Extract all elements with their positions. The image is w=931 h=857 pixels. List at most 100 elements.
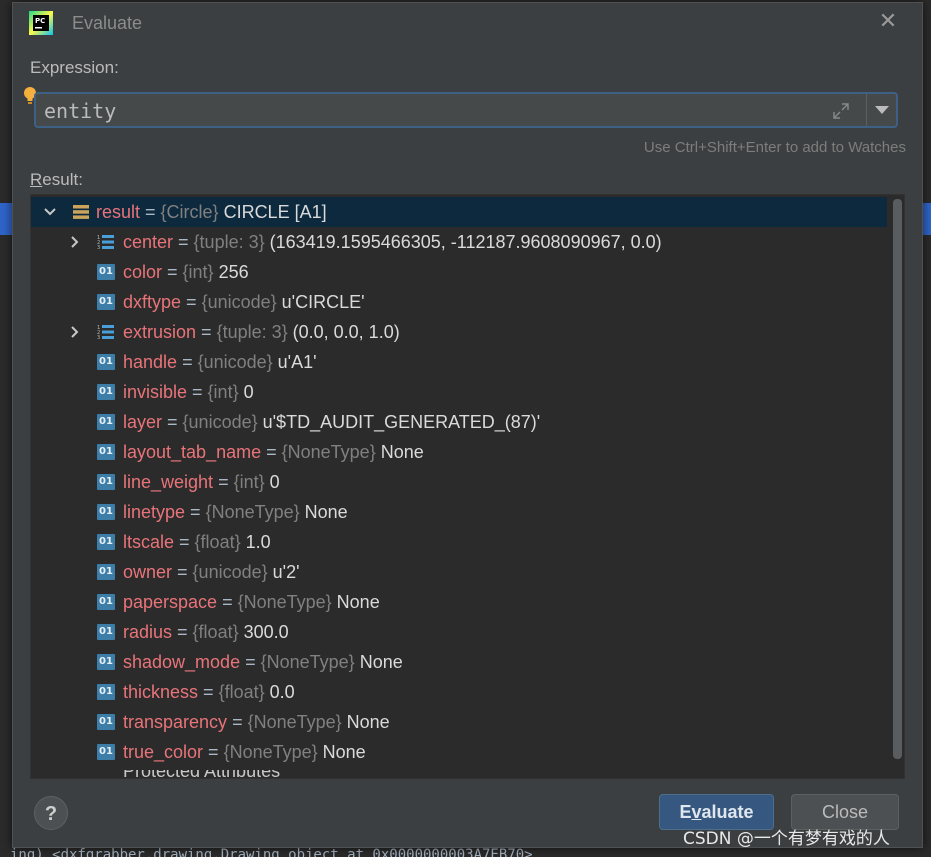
field-icon: 01	[97, 294, 115, 310]
tree-row[interactable]: 01 line_weight = {int} 0	[31, 467, 887, 497]
tree-row-text: dxftype = {unicode} u'CIRCLE'	[123, 287, 365, 317]
tree-row[interactable]: 01 dxftype = {unicode} u'CIRCLE'	[31, 287, 887, 317]
tree-row[interactable]: 01 layer = {unicode} u'$TD_AUDIT_GENERATE…	[31, 407, 887, 437]
watermark: CSDN @一个有梦有戏的人	[683, 829, 890, 849]
field-icon: 01	[97, 564, 115, 580]
field-icon: 01	[97, 264, 115, 280]
tree-row-text: handle = {unicode} u'A1'	[123, 347, 317, 377]
equals: =	[217, 592, 238, 612]
result-label-text: esult:	[42, 170, 83, 189]
tree-row[interactable]: 01 layout_tab_name = {NoneType} None	[31, 437, 887, 467]
tree-row[interactable]: 1 2 3 extrusion = {tuple: 3} (0.0, 0.0, 1.0…	[31, 317, 887, 347]
var-value: CIRCLE [A1]	[218, 202, 327, 222]
field-icon: 01	[97, 594, 115, 610]
dialog-title: Evaluate	[72, 13, 143, 33]
var-name: ltscale	[123, 532, 175, 552]
var-type: {unicode}	[201, 292, 277, 312]
var-name: transparency	[123, 712, 228, 732]
var-type: {unicode}	[182, 412, 258, 432]
var-type: {NoneType}	[205, 502, 300, 522]
var-value: 0.0	[264, 682, 295, 702]
chevron-right-icon[interactable]	[68, 235, 82, 249]
var-name: dxftype	[123, 292, 182, 312]
dialog-titlebar[interactable]: PC Evaluate ✕	[13, 3, 922, 43]
tree-row-text: layout_tab_name = {NoneType} None	[123, 437, 424, 467]
tree-row[interactable]: 01 shadow_mode = {NoneType} None	[31, 647, 887, 677]
var-type: {tuple: 3}	[193, 232, 265, 252]
field-icon: 01	[97, 684, 115, 700]
field-icon: 01	[97, 654, 115, 670]
tree-row-text: line_weight = {int} 0	[123, 467, 280, 497]
var-value: u'2'	[267, 562, 300, 582]
tree-row[interactable]: 01 color = {int} 256	[31, 257, 887, 287]
equals: =	[261, 442, 282, 462]
equals: =	[213, 472, 234, 492]
equals: =	[203, 742, 224, 762]
object-icon	[73, 205, 89, 219]
tree-row[interactable]: 01 ltscale = {float} 1.0	[31, 527, 887, 557]
expand-icon[interactable]	[832, 102, 850, 120]
chevron-down-icon[interactable]	[43, 205, 57, 219]
tree-row[interactable]: 01 invisible = {int} 0	[31, 377, 887, 407]
result-mnemonic: R	[30, 170, 43, 189]
var-value: None	[341, 712, 390, 732]
chevron-right-icon[interactable]	[68, 325, 82, 339]
tree-row-root[interactable]: result = {Circle} CIRCLE [A1]	[31, 197, 887, 227]
var-type: {int}	[182, 262, 214, 282]
tree-row[interactable]: 01 radius = {float} 300.0	[31, 617, 887, 647]
var-name: layout_tab_name	[123, 442, 262, 462]
evaluate-label-post: aluate	[701, 802, 754, 822]
equals: =	[174, 532, 195, 552]
tree-row-text: thickness = {float} 0.0	[123, 677, 295, 707]
var-value: 0	[238, 382, 254, 402]
var-value: (163419.1595466305, -112187.9608090967, …	[264, 232, 662, 252]
field-icon: 01	[97, 354, 115, 370]
var-type: {tuple: 3}	[216, 322, 288, 342]
var-type: {NoneType}	[237, 592, 332, 612]
tree-row[interactable]: 01 handle = {unicode} u'A1'	[31, 347, 887, 377]
tree-row[interactable]: 01 transparency = {NoneType} None	[31, 707, 887, 737]
partial-row-text: Protected Attributes	[123, 770, 280, 778]
equals: =	[162, 412, 183, 432]
var-value: None	[354, 652, 403, 672]
tree-row-text: layer = {unicode} u'$TD_AUDIT_GENERATED_…	[123, 407, 540, 437]
tree-row-text: extrusion = {tuple: 3} (0.0, 0.0, 1.0)	[123, 317, 400, 347]
equals: =	[177, 352, 198, 372]
var-type: {NoneType}	[281, 442, 376, 462]
list-icon: 123	[97, 235, 114, 250]
tree-row-text: color = {int} 256	[123, 257, 249, 287]
var-type: {NoneType}	[260, 652, 355, 672]
tree-row[interactable]: 01 thickness = {float} 0.0	[31, 677, 887, 707]
tree-scrollbar[interactable]	[893, 199, 902, 759]
expression-label: Expression:	[30, 58, 119, 77]
tree-row[interactable]: 01 owner = {unicode} u'2'	[31, 557, 887, 587]
tree-row[interactable]: 01 linetype = {NoneType} None	[31, 497, 887, 527]
var-type: {NoneType}	[223, 742, 318, 762]
var-value: u'$TD_AUDIT_GENERATED_(87)'	[257, 412, 541, 432]
help-button[interactable]: ?	[34, 796, 68, 830]
result-tree[interactable]: result = {Circle} CIRCLE [A1] 1 2 3 center …	[30, 194, 905, 779]
var-value: 300.0	[238, 622, 289, 642]
tree-row-text: true_color = {NoneType} None	[123, 737, 366, 767]
tree-row[interactable]: 01 true_color = {NoneType} None	[31, 737, 887, 767]
expression-input[interactable]	[44, 98, 814, 124]
field-icon: 01	[97, 504, 115, 520]
tree-row[interactable]: 01 paperspace = {NoneType} None	[31, 587, 887, 617]
var-type: {float}	[192, 622, 239, 642]
tree-row-text: invisible = {int} 0	[123, 377, 254, 407]
var-type: {Circle}	[160, 202, 219, 222]
equals: =	[173, 232, 194, 252]
list-icon: 123	[97, 325, 114, 340]
tree-row[interactable]: 1 2 3 center = {tuple: 3} (163419.159546630…	[31, 227, 887, 257]
close-icon[interactable]: ✕	[878, 10, 898, 32]
field-icon: 01	[97, 384, 115, 400]
var-name: invisible	[123, 382, 188, 402]
history-dropdown-button[interactable]	[867, 94, 896, 126]
svg-text:3: 3	[97, 335, 100, 340]
var-type: {int}	[207, 382, 239, 402]
field-icon: 01	[97, 534, 115, 550]
tree-row-text: shadow_mode = {NoneType} None	[123, 647, 403, 677]
var-name: linetype	[123, 502, 186, 522]
var-value: u'CIRCLE'	[276, 292, 365, 312]
var-name: owner	[123, 562, 173, 582]
